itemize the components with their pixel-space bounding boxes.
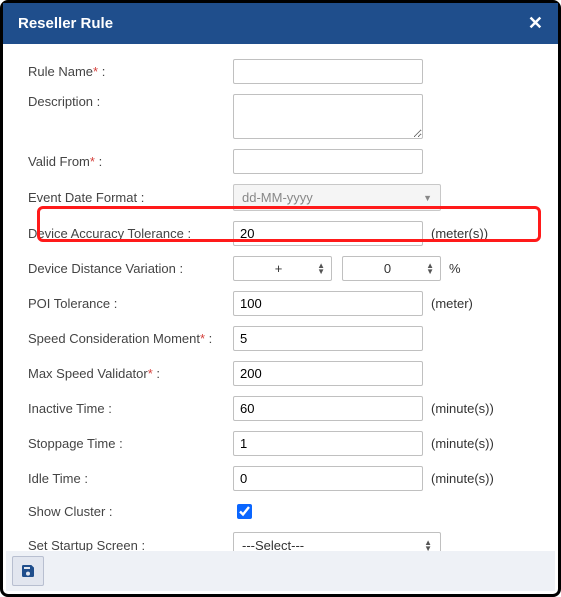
dialog-title: Reseller Rule	[18, 15, 113, 32]
stepper-arrows-icon: ▲▼	[426, 263, 434, 275]
label-speed-moment: Speed Consideration Moment* :	[28, 331, 233, 346]
dialog-header: Reseller Rule ✕	[3, 3, 558, 44]
row-description: Description :	[28, 94, 533, 139]
poi-unit: (meter)	[431, 296, 473, 311]
row-distance: Device Distance Variation : + ▲▼ 0 ▲▼ %	[28, 256, 533, 281]
distance-value-stepper[interactable]: 0 ▲▼	[342, 256, 441, 281]
stoppage-input[interactable]	[233, 431, 423, 456]
poi-input[interactable]	[233, 291, 423, 316]
idle-unit: (minute(s))	[431, 471, 494, 486]
close-icon[interactable]: ✕	[528, 13, 543, 34]
chevron-down-icon: ▼	[423, 193, 432, 203]
row-poi: POI Tolerance : (meter)	[28, 291, 533, 316]
stepper-arrows-icon: ▲▼	[424, 540, 432, 552]
inactive-input[interactable]	[233, 396, 423, 421]
stepper-arrows-icon: ▲▼	[317, 263, 325, 275]
row-cluster: Show Cluster :	[28, 501, 533, 522]
stoppage-unit: (minute(s))	[431, 436, 494, 451]
description-input[interactable]	[233, 94, 423, 139]
rule-name-input[interactable]	[233, 59, 423, 84]
idle-input[interactable]	[233, 466, 423, 491]
label-idle: Idle Time :	[28, 471, 233, 486]
distance-unit: %	[449, 261, 461, 276]
label-max-speed: Max Speed Validator* :	[28, 366, 233, 381]
row-stoppage: Stoppage Time : (minute(s))	[28, 431, 533, 456]
accuracy-input[interactable]	[233, 221, 423, 246]
label-valid-from: Valid From* :	[28, 154, 233, 169]
label-poi: POI Tolerance :	[28, 296, 233, 311]
row-date-format: Event Date Format : dd-MM-yyyy ▼	[28, 184, 533, 211]
row-inactive: Inactive Time : (minute(s))	[28, 396, 533, 421]
action-bar	[6, 551, 555, 591]
accuracy-unit: (meter(s))	[431, 226, 488, 241]
row-max-speed: Max Speed Validator* :	[28, 361, 533, 386]
row-rule-name: Rule Name* :	[28, 59, 533, 84]
row-valid-from: Valid From* :	[28, 149, 533, 174]
max-speed-input[interactable]	[233, 361, 423, 386]
label-stoppage: Stoppage Time :	[28, 436, 233, 451]
label-date-format: Event Date Format :	[28, 190, 233, 205]
label-description: Description :	[28, 94, 233, 109]
form-body: Rule Name* : Description : Valid From* :…	[3, 44, 558, 584]
label-cluster: Show Cluster :	[28, 504, 233, 519]
save-icon	[20, 563, 36, 579]
valid-from-input[interactable]	[233, 149, 423, 174]
speed-moment-input[interactable]	[233, 326, 423, 351]
cluster-checkbox[interactable]	[237, 504, 252, 519]
inactive-unit: (minute(s))	[431, 401, 494, 416]
label-inactive: Inactive Time :	[28, 401, 233, 416]
row-speed-moment: Speed Consideration Moment* :	[28, 326, 533, 351]
save-button[interactable]	[12, 556, 44, 586]
label-rule-name: Rule Name* :	[28, 64, 233, 79]
row-idle: Idle Time : (minute(s))	[28, 466, 533, 491]
distance-sign-stepper[interactable]: + ▲▼	[233, 256, 332, 281]
row-accuracy: Device Accuracy Tolerance : (meter(s))	[28, 221, 533, 246]
date-format-select[interactable]: dd-MM-yyyy ▼	[233, 184, 441, 211]
label-distance: Device Distance Variation :	[28, 261, 233, 276]
label-accuracy: Device Accuracy Tolerance :	[28, 226, 233, 241]
